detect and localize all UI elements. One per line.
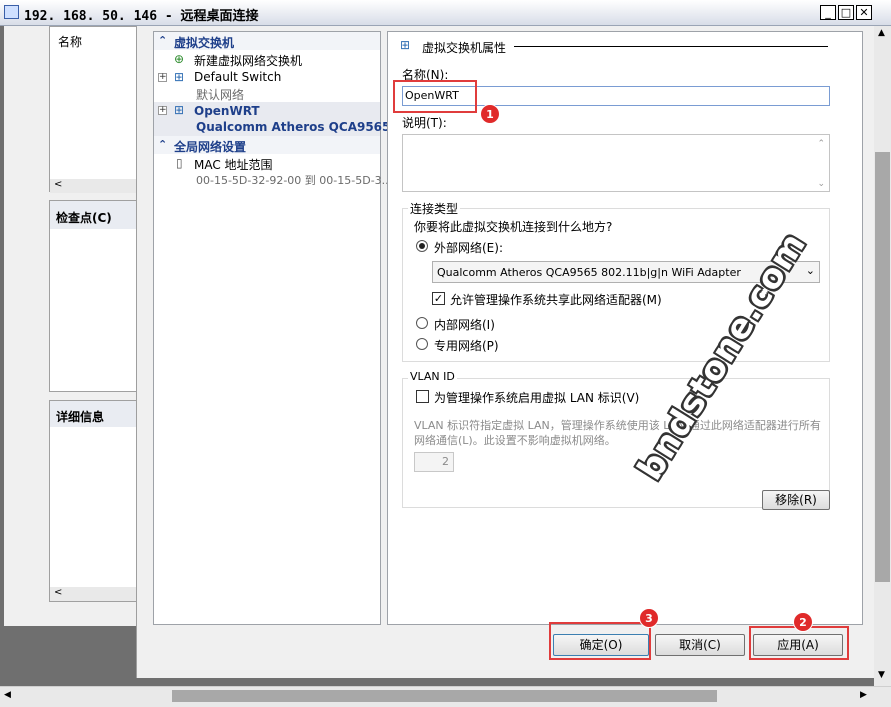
external-network-label[interactable]: 外部网络(E): <box>434 239 503 256</box>
vlan-enable-checkbox[interactable] <box>416 390 429 403</box>
collapse-icon[interactable]: ⌃ <box>158 138 167 151</box>
highlight-box-3 <box>549 622 651 660</box>
restore-button[interactable]: □ <box>838 5 854 20</box>
tree-item-openwrt[interactable]: OpenWRT <box>194 104 260 118</box>
close-button[interactable]: ✕ <box>856 5 872 20</box>
virtual-switch-manager-dialog: ⌃ 虚拟交换机 ⊕ 新建虚拟网络交换机 + ⊞ Default Switch 默… <box>136 30 874 678</box>
scroll-up-icon[interactable]: ▲ <box>878 28 885 38</box>
tree-section-virtual-switch[interactable]: 虚拟交换机 <box>174 34 234 51</box>
scroll-left-icon[interactable]: < <box>54 179 62 190</box>
private-network-radio[interactable] <box>416 338 428 350</box>
vlan-title: VLAN ID <box>408 370 457 383</box>
vlan-description: VLAN 标识符指定虚拟 LAN，管理操作系统使用该 LAN 通过此网络适配器进… <box>414 419 821 447</box>
scroll-left-icon[interactable]: < <box>54 587 62 598</box>
window-title: 192. 168. 50. 146 - 远程桌面连接 <box>24 9 259 24</box>
internal-network-label[interactable]: 内部网络(I) <box>434 316 495 333</box>
default-switch-subtext: 默认网络 <box>196 88 245 102</box>
vlan-id-value: 2 <box>442 455 449 468</box>
details-hscroll[interactable]: < <box>50 587 136 601</box>
vertical-scroll-thumb[interactable] <box>875 152 890 582</box>
tree-item-mac-range[interactable]: MAC 地址范围 <box>194 156 273 173</box>
highlight-box-1 <box>393 80 477 113</box>
rdp-title-bar: 192. 168. 50. 146 - 远程桌面连接 _ □ ✕ <box>0 0 891 26</box>
new-switch-icon: ⊕ <box>174 52 185 66</box>
chevron-down-icon[interactable]: ⌄ <box>806 264 815 277</box>
tree-item-default-switch[interactable]: Default Switch <box>194 70 281 84</box>
remote-desktop-area: 名称 < 检查点(C) 详细信息 < ⌃ 虚拟交换机 ⊕ 新建虚拟网络交换机 +… <box>0 26 891 707</box>
expand-icon[interactable]: + <box>158 106 167 115</box>
annotation-badge-1: 1 <box>480 104 500 124</box>
remote-desktop-icon <box>4 5 19 19</box>
horizontal-scroll-thumb[interactable] <box>172 690 717 702</box>
properties-title: 虚拟交换机属性 <box>422 41 507 55</box>
scroll-down-icon[interactable]: ⌄ <box>817 179 825 189</box>
scroll-left-icon[interactable]: ◀ <box>4 690 11 700</box>
mac-range-subtext: 00-15-5D-32-92-00 到 00-15-5D-3... <box>196 174 393 187</box>
connection-type-title: 连接类型 <box>408 200 461 217</box>
switch-tree: ⌃ 虚拟交换机 ⊕ 新建虚拟网络交换机 + ⊞ Default Switch 默… <box>153 31 408 625</box>
mac-range-icon: ▯ <box>176 156 183 170</box>
scroll-down-icon[interactable]: ▼ <box>878 670 885 680</box>
expand-icon[interactable]: + <box>158 73 167 82</box>
internal-network-radio[interactable] <box>416 317 428 329</box>
scroll-right-icon[interactable]: ▶ <box>860 690 867 700</box>
vm-list-panel: 名称 < <box>49 26 137 193</box>
private-network-label[interactable]: 专用网络(P) <box>434 337 499 354</box>
vm-list-hscroll[interactable]: < <box>50 179 136 193</box>
title-divider <box>514 46 828 47</box>
remove-button[interactable]: 移除(R) <box>762 490 830 510</box>
connection-question: 你要将此虚拟交换机连接到什么地方? <box>414 220 613 234</box>
scroll-up-icon[interactable]: ⌃ <box>817 139 825 149</box>
vlan-enable-label[interactable]: 为管理操作系统启用虚拟 LAN 标识(V) <box>434 389 639 406</box>
tree-section-global[interactable]: 全局网络设置 <box>174 138 246 155</box>
allow-share-checkbox[interactable]: ✓ <box>432 292 445 305</box>
adapter-select-value: Qualcomm Atheros QCA9565 802.11b|g|n WiF… <box>437 266 741 279</box>
tree-item-new-switch[interactable]: 新建虚拟网络交换机 <box>194 52 302 69</box>
cancel-button[interactable]: 取消(C) <box>655 634 745 656</box>
annotation-badge-2: 2 <box>793 612 813 632</box>
description-textarea[interactable]: ⌃ ⌄ <box>402 134 830 192</box>
description-label: 说明(T): <box>402 116 447 130</box>
name-column-header: 名称 <box>58 35 83 49</box>
switch-properties-panel: ⊞ 虚拟交换机属性 名称(N): OpenWRT 1 说明(T): ⌃ ⌄ 连接… <box>387 31 863 625</box>
network-switch-icon: ⊞ <box>400 38 411 52</box>
annotation-badge-3: 3 <box>639 608 659 628</box>
details-panel: 详细信息 < <box>49 400 137 602</box>
minimize-button[interactable]: _ <box>820 5 836 20</box>
vlan-id-input[interactable]: 2 <box>414 452 454 472</box>
details-header: 详细信息 <box>56 410 105 424</box>
allow-share-label[interactable]: 允许管理操作系统共享此网络适配器(M) <box>450 291 662 308</box>
remote-vertical-scrollbar[interactable]: ▲ ▼ <box>874 26 891 686</box>
remote-horizontal-scrollbar[interactable]: ◀ ▶ <box>0 686 891 707</box>
network-switch-icon: ⊞ <box>174 103 185 117</box>
collapse-icon[interactable]: ⌃ <box>158 34 167 47</box>
external-network-radio[interactable] <box>416 240 428 252</box>
checkpoint-header: 检查点(C) <box>56 211 112 225</box>
checkpoint-panel: 检查点(C) <box>49 200 137 392</box>
network-switch-icon: ⊞ <box>174 70 185 84</box>
openwrt-subtext: Qualcomm Atheros QCA9565 ... <box>196 120 409 134</box>
